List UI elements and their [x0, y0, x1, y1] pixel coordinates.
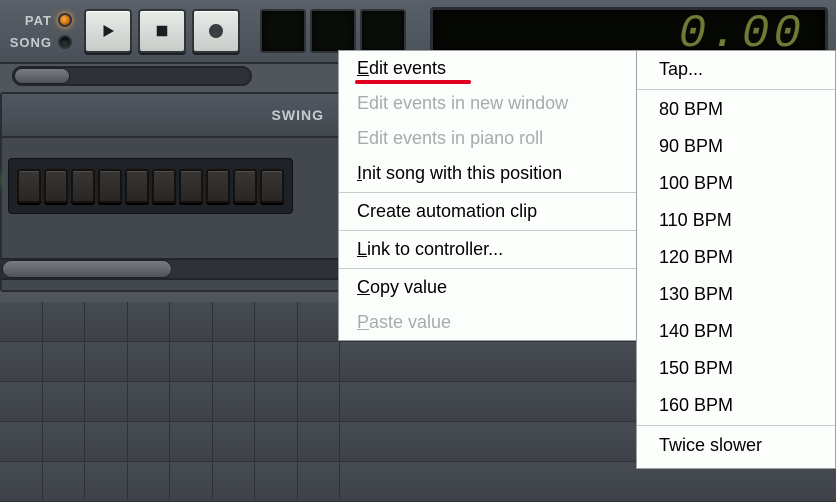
mode-song-label: SONG — [8, 35, 52, 50]
submenu-bpm-item[interactable]: 120 BPM — [637, 239, 835, 276]
submenu-bpm-item[interactable]: 110 BPM — [637, 202, 835, 239]
mini-lcd-group — [260, 9, 406, 53]
step-button[interactable] — [125, 169, 149, 203]
step-button[interactable] — [17, 169, 41, 203]
menu-separator — [637, 425, 835, 426]
submenu-tap[interactable]: Tap... — [637, 51, 835, 88]
panel-hscroll-thumb[interactable] — [2, 260, 172, 278]
tempo-lcd[interactable]: 0.00 — [430, 7, 828, 55]
submenu-bpm-item[interactable]: 130 BPM — [637, 276, 835, 313]
top-hslider[interactable] — [12, 66, 252, 86]
submenu-bpm-item[interactable]: 80 BPM — [637, 91, 835, 128]
menu-copy-value[interactable]: Copy value — [339, 270, 637, 305]
stop-icon — [153, 22, 171, 40]
menu-separator — [339, 230, 637, 231]
mini-lcd-3[interactable] — [360, 9, 406, 53]
swing-label: SWING — [272, 107, 324, 123]
play-icon — [99, 22, 117, 40]
bpm-submenu: Tap... 80 BPM 90 BPM 100 BPM 110 BPM 120… — [636, 50, 836, 469]
step-button[interactable] — [260, 169, 284, 203]
highlight-underline — [355, 80, 471, 84]
record-icon — [209, 24, 223, 38]
menu-separator — [339, 192, 637, 193]
menu-link-to-controller[interactable]: Link to controller... — [339, 232, 637, 267]
menu-separator — [339, 268, 637, 269]
mode-toggle: PAT SONG — [8, 10, 72, 52]
channel-rack-header: SWING — [2, 94, 338, 138]
context-menu: Edit events Edit events in new window Ed… — [338, 50, 638, 341]
submenu-twice-slower[interactable]: Twice slower — [637, 427, 835, 464]
submenu-bpm-item[interactable]: 100 BPM — [637, 165, 835, 202]
submenu-bpm-item[interactable]: 160 BPM — [637, 387, 835, 424]
play-button[interactable] — [84, 9, 132, 53]
stop-button[interactable] — [138, 9, 186, 53]
menu-init-song[interactable]: Init song with this position — [339, 156, 637, 191]
step-button[interactable] — [179, 169, 203, 203]
mini-lcd-1[interactable] — [260, 9, 306, 53]
mode-song-radio[interactable] — [58, 35, 72, 49]
top-hslider-thumb[interactable] — [14, 68, 70, 84]
step-button[interactable] — [152, 169, 176, 203]
step-button[interactable] — [71, 169, 95, 203]
step-row — [8, 158, 293, 214]
mode-pat-radio[interactable] — [58, 13, 72, 27]
menu-separator — [637, 89, 835, 90]
menu-create-automation-clip[interactable]: Create automation clip — [339, 194, 637, 229]
menu-paste-value: Paste value — [339, 305, 637, 340]
channel-rack-panel: SWING — [0, 92, 340, 292]
menu-edit-events-new-window: Edit events in new window — [339, 86, 637, 121]
submenu-bpm-item[interactable]: 150 BPM — [637, 350, 835, 387]
step-button[interactable] — [44, 169, 68, 203]
mini-lcd-2[interactable] — [310, 9, 356, 53]
step-button[interactable] — [98, 169, 122, 203]
step-button[interactable] — [233, 169, 257, 203]
menu-edit-events[interactable]: Edit events — [339, 51, 637, 86]
mode-pat-label: PAT — [8, 13, 52, 28]
step-button[interactable] — [206, 169, 230, 203]
panel-hscroll[interactable] — [2, 258, 338, 280]
menu-edit-events-piano-roll: Edit events in piano roll — [339, 121, 637, 156]
transport-controls — [84, 9, 240, 53]
record-button[interactable] — [192, 9, 240, 53]
submenu-bpm-item[interactable]: 140 BPM — [637, 313, 835, 350]
submenu-bpm-item[interactable]: 90 BPM — [637, 128, 835, 165]
